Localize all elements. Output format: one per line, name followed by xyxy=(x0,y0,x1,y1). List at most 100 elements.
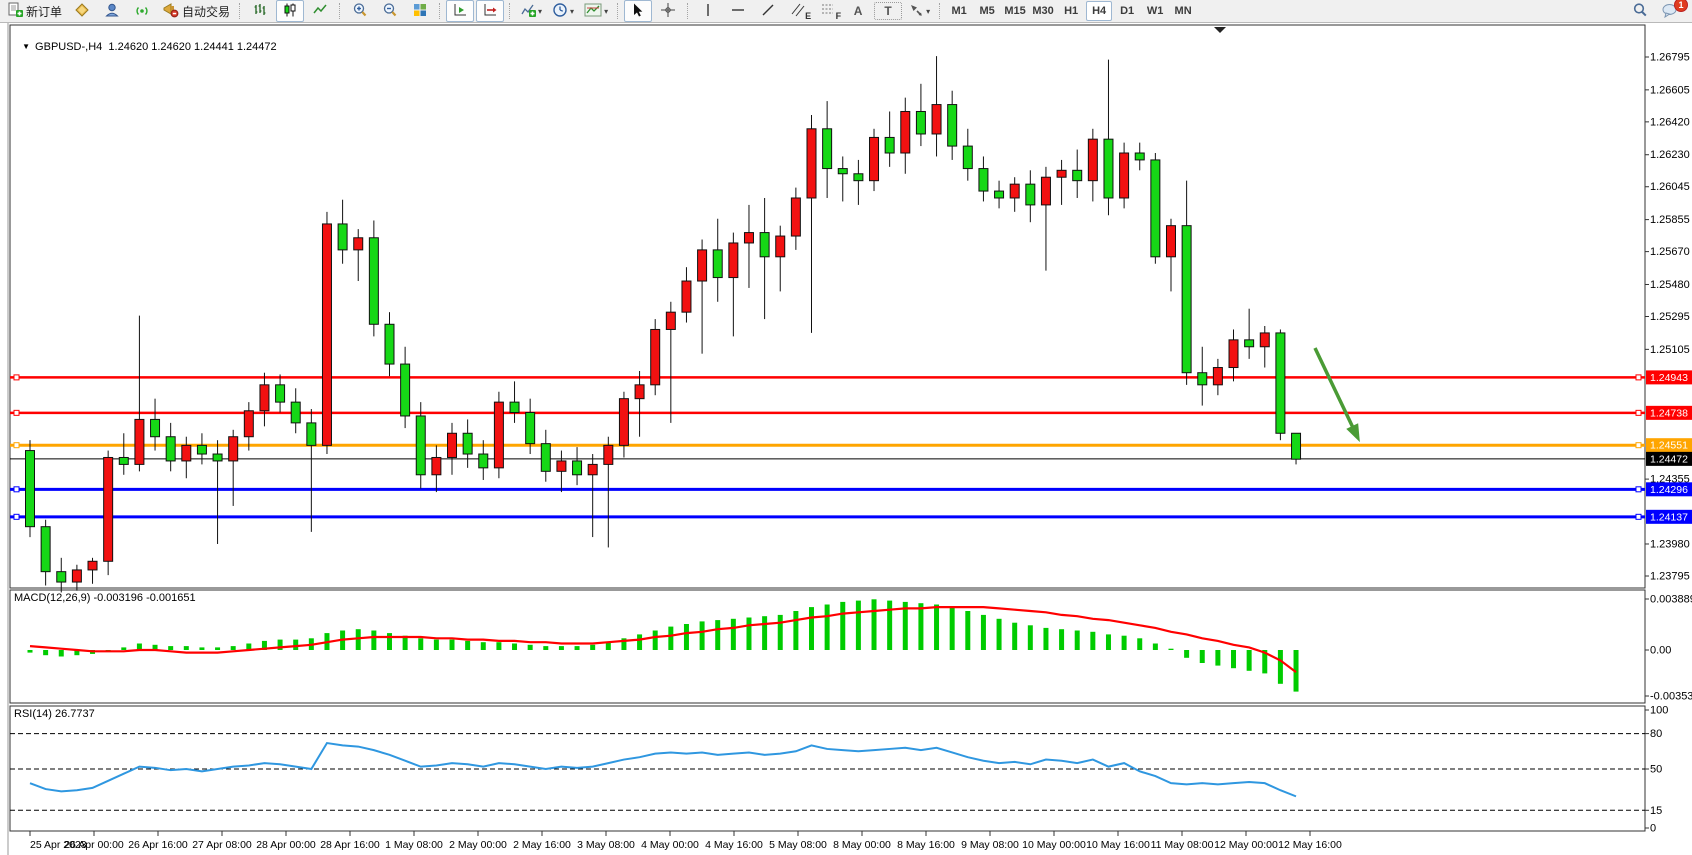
price-axis-label: 1.26605 xyxy=(1650,84,1690,96)
candle xyxy=(416,416,425,475)
chart-shift-button[interactable] xyxy=(476,0,504,22)
candle xyxy=(1135,153,1144,160)
macd-histogram-bar xyxy=(1200,650,1205,663)
candle xyxy=(526,413,535,444)
search-button[interactable] xyxy=(1626,0,1654,22)
macd-histogram-bar xyxy=(887,601,892,650)
line-handle[interactable] xyxy=(1636,410,1641,415)
search-icon xyxy=(1632,2,1648,21)
macd-histogram-bar xyxy=(450,640,455,650)
trendline-button[interactable] xyxy=(754,0,782,22)
price-axis-label: 1.25855 xyxy=(1650,214,1690,226)
signal-button[interactable] xyxy=(128,0,156,22)
toolbar-separator xyxy=(439,3,441,19)
indicators-button[interactable]: ▾ xyxy=(516,0,546,22)
profile-button[interactable] xyxy=(98,0,126,22)
line-handle[interactable] xyxy=(14,443,19,448)
line-handle[interactable] xyxy=(14,514,19,519)
macd-histogram-bar xyxy=(840,602,845,650)
indicators-icon xyxy=(520,2,536,21)
macd-histogram-bar xyxy=(356,629,361,650)
templates-button[interactable]: ▾ xyxy=(580,0,612,22)
cursor-icon xyxy=(630,2,646,21)
timeframe-w1-button[interactable]: W1 xyxy=(1142,1,1168,21)
horizontal-line-button[interactable] xyxy=(724,0,752,22)
macd-histogram-bar xyxy=(43,650,48,655)
text-label-button[interactable]: T xyxy=(874,2,902,20)
macd-histogram-bar xyxy=(215,647,220,650)
auto-trading-icon xyxy=(162,2,179,21)
periods-button[interactable]: ▾ xyxy=(548,0,578,22)
tile-windows-button[interactable] xyxy=(406,0,434,22)
timeframe-m1-button[interactable]: M1 xyxy=(946,1,972,21)
macd-histogram-bar xyxy=(434,640,439,650)
zoom-in-button[interactable] xyxy=(346,0,374,22)
macd-histogram-bar xyxy=(1106,634,1111,650)
candle xyxy=(760,233,769,257)
timeframe-m15-button[interactable]: M15 xyxy=(1002,1,1028,21)
time-axis-label: 27 Apr 08:00 xyxy=(192,839,252,851)
notifications-button[interactable]: 1 xyxy=(1656,0,1684,22)
timeframe-m5-button[interactable]: M5 xyxy=(974,1,1000,21)
candlestick-chart-button[interactable] xyxy=(276,0,304,22)
timeframe-h4-button[interactable]: H4 xyxy=(1086,1,1112,21)
arrows-button[interactable]: ▾ xyxy=(904,0,934,22)
candle xyxy=(854,174,863,181)
gold-ingot-button[interactable] xyxy=(68,0,96,22)
macd-histogram-bar xyxy=(746,618,751,651)
macd-histogram-bar xyxy=(965,611,970,650)
candle xyxy=(698,250,707,281)
symbol-dropdown-icon[interactable]: ▼ xyxy=(22,42,30,51)
macd-histogram-bar xyxy=(465,641,470,650)
line-handle[interactable] xyxy=(1636,375,1641,380)
price-axis-label: 1.23795 xyxy=(1650,570,1690,582)
time-axis-label: 12 May 00:00 xyxy=(1214,839,1278,851)
time-axis-label: 8 May 16:00 xyxy=(897,839,955,851)
macd-histogram-bar xyxy=(997,619,1002,650)
candle xyxy=(1041,177,1050,205)
line-handle[interactable] xyxy=(14,410,19,415)
macd-histogram-bar xyxy=(715,620,720,650)
candle xyxy=(666,312,675,329)
macd-histogram-bar xyxy=(496,642,501,650)
new-order-button[interactable]: 新订单 xyxy=(3,0,66,22)
timeframe-d1-button[interactable]: D1 xyxy=(1114,1,1140,21)
candle xyxy=(1073,170,1082,180)
equidistant-channel-button[interactable]: E xyxy=(784,0,812,22)
line-handle[interactable] xyxy=(1636,514,1641,519)
line-handle[interactable] xyxy=(14,487,19,492)
candle xyxy=(916,111,925,133)
price-axis-label: 1.26795 xyxy=(1650,51,1690,63)
bar-chart-button[interactable] xyxy=(246,0,274,22)
fibonacci-button[interactable]: F xyxy=(814,0,842,22)
macd-histogram-bar xyxy=(575,646,580,650)
line-handle[interactable] xyxy=(1636,443,1641,448)
vertical-line-button[interactable] xyxy=(694,0,722,22)
cursor-button[interactable] xyxy=(624,0,652,22)
chevron-down-icon: ▾ xyxy=(926,7,930,16)
timeframe-h1-button[interactable]: H1 xyxy=(1058,1,1084,21)
candle xyxy=(1260,333,1269,347)
candle xyxy=(932,105,941,134)
auto-trading-button[interactable]: 自动交易 xyxy=(158,0,234,22)
candle xyxy=(166,437,175,461)
timeframe-m30-button[interactable]: M30 xyxy=(1030,1,1056,21)
line-handle[interactable] xyxy=(1636,487,1641,492)
line-handle[interactable] xyxy=(14,375,19,380)
text-label-icon: T xyxy=(884,4,891,18)
zoom-out-button[interactable] xyxy=(376,0,404,22)
crosshair-button[interactable] xyxy=(654,0,682,22)
candle xyxy=(885,137,894,153)
candle xyxy=(823,129,832,169)
text-button[interactable]: A xyxy=(844,0,872,22)
timeframe-mn-button[interactable]: MN xyxy=(1170,1,1196,21)
chart-canvas[interactable]: 1.267951.266051.264201.262301.260451.258… xyxy=(0,0,1692,855)
line-chart-button[interactable] xyxy=(306,0,334,22)
auto-scroll-button[interactable] xyxy=(446,0,474,22)
macd-histogram-bar xyxy=(168,646,173,650)
macd-histogram-bar xyxy=(1028,625,1033,650)
candle xyxy=(1213,368,1222,385)
time-axis-label: 26 Apr 16:00 xyxy=(128,839,188,851)
price-line-badge-label: 1.24137 xyxy=(1650,511,1688,523)
fibonacci-icon xyxy=(820,2,836,21)
